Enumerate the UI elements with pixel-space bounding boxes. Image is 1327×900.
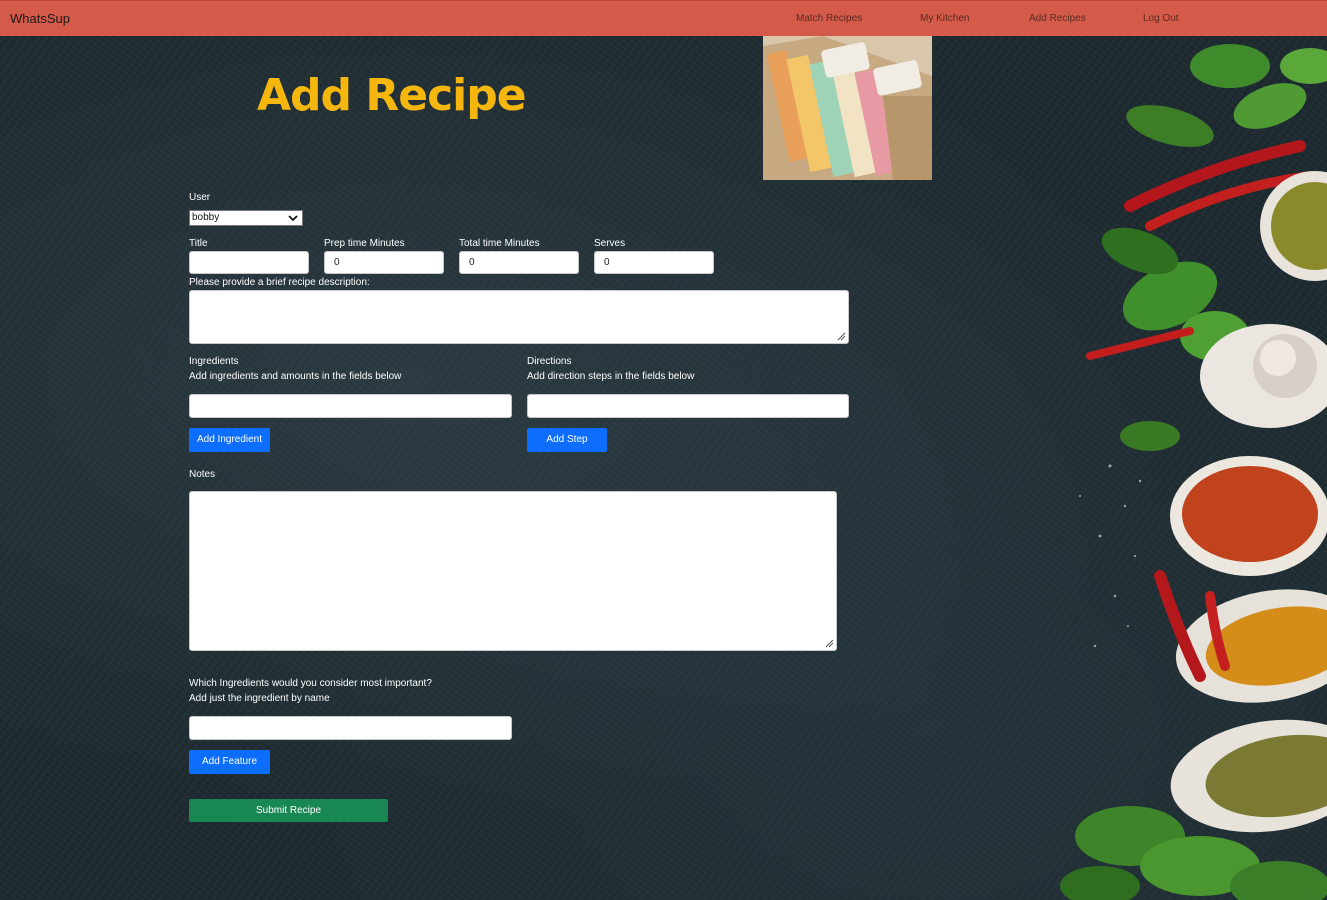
- chevron-down-icon: [288, 215, 298, 222]
- resize-grip-icon[interactable]: [837, 332, 846, 341]
- page-title: Add Recipe: [257, 70, 527, 121]
- add-ingredient-button[interactable]: Add Ingredient: [189, 428, 270, 452]
- feature-input[interactable]: [189, 716, 512, 740]
- add-step-button[interactable]: Add Step: [527, 428, 607, 452]
- nav-my-kitchen[interactable]: My Kitchen: [920, 13, 969, 24]
- directions-label: Directions: [527, 356, 572, 367]
- user-select[interactable]: bobby: [189, 210, 303, 226]
- user-select-value: bobby: [192, 212, 220, 223]
- features-hint: Add just the ingredient by name: [189, 693, 330, 704]
- user-label: User: [189, 192, 211, 203]
- ingredients-hint: Add ingredients and amounts in the field…: [189, 371, 402, 382]
- directions-hint: Add direction steps in the fields below: [527, 371, 695, 382]
- recipe-box-image: [763, 36, 932, 180]
- prep-time-input[interactable]: [324, 251, 444, 274]
- serves-input[interactable]: [594, 251, 714, 274]
- nav-match-recipes[interactable]: Match Recipes: [796, 13, 862, 24]
- notes-label: Notes: [189, 469, 216, 480]
- submit-recipe-button[interactable]: Submit Recipe: [189, 799, 388, 822]
- brand-logo[interactable]: WhatsSup: [10, 11, 70, 26]
- title-label: Title: [189, 238, 208, 249]
- total-time-label: Total time Minutes: [459, 238, 540, 249]
- navbar: WhatsSup Match Recipes My Kitchen Add Re…: [0, 0, 1327, 36]
- description-textarea[interactable]: [189, 290, 849, 344]
- serves-label: Serves: [594, 238, 626, 249]
- description-label: Please provide a brief recipe descriptio…: [189, 277, 370, 288]
- prep-time-label: Prep time Minutes: [324, 238, 405, 249]
- nav-add-recipes[interactable]: Add Recipes: [1029, 13, 1086, 24]
- nav-log-out[interactable]: Log Out: [1143, 13, 1179, 24]
- features-label: Which Ingredients would you consider mos…: [189, 678, 432, 689]
- ingredient-input[interactable]: [189, 394, 512, 418]
- ingredients-label: Ingredients: [189, 356, 239, 367]
- resize-grip-icon[interactable]: [825, 639, 834, 648]
- title-input[interactable]: [189, 251, 309, 274]
- notes-textarea[interactable]: [189, 491, 837, 651]
- add-feature-button[interactable]: Add Feature: [189, 750, 270, 774]
- direction-input[interactable]: [527, 394, 849, 418]
- total-time-input[interactable]: [459, 251, 579, 274]
- spices-background-image: [1040, 36, 1327, 900]
